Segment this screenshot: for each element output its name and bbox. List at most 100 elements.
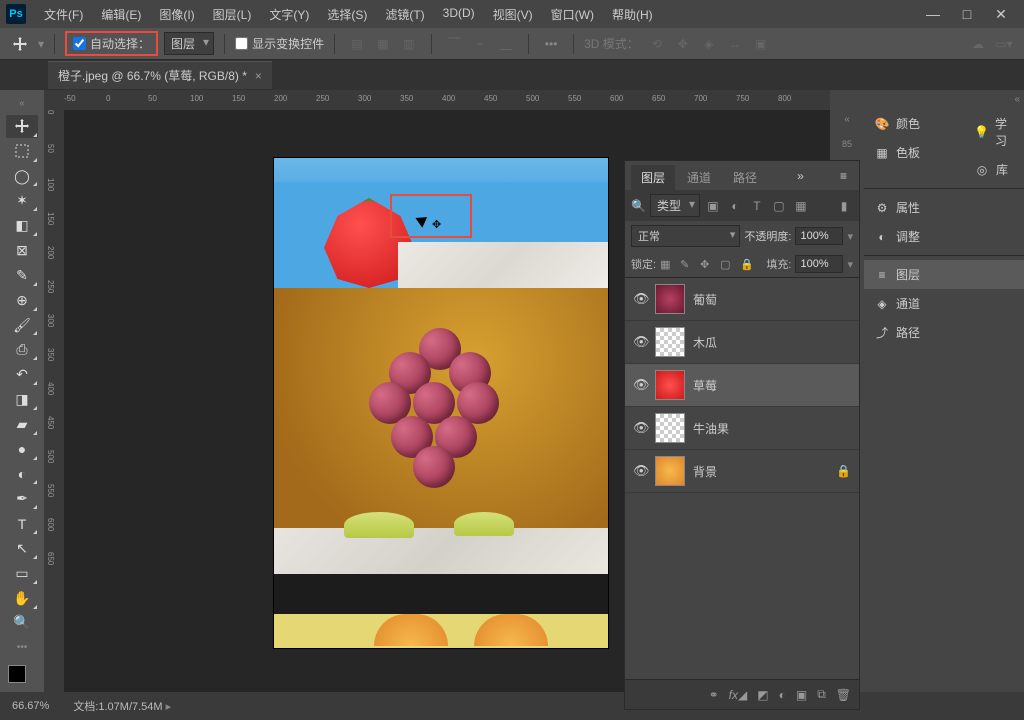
history-brush-tool[interactable]: ↶ [6, 363, 38, 386]
align-bottom-icon[interactable]: ⎽ [494, 32, 518, 56]
foreground-swatch[interactable] [8, 665, 26, 683]
zoom-level[interactable]: 66.67% [12, 700, 49, 712]
document-tab-close-icon[interactable]: × [255, 69, 262, 83]
lock-all-icon[interactable]: 🔒 [740, 258, 756, 271]
lock-trans-icon[interactable]: ▦ [660, 258, 676, 271]
type-tool[interactable]: T [6, 512, 38, 535]
crop-tool[interactable]: ◧ [6, 214, 38, 237]
minimize-button[interactable]: — [924, 6, 942, 23]
collapsed-icon-1[interactable]: 85 [832, 139, 862, 153]
menu-item[interactable]: 图像(I) [151, 2, 202, 27]
layer-row[interactable]: 👁 草莓 [625, 364, 859, 407]
zoom-tool[interactable]: 🔍 [6, 612, 38, 635]
align-top-icon[interactable]: ⎺ [442, 32, 466, 56]
shape-tool[interactable]: ▭ [6, 562, 38, 585]
brush-tool[interactable]: 🖌 [6, 314, 38, 337]
marquee-tool[interactable] [6, 140, 38, 163]
tab-channels[interactable]: 通道 [677, 165, 721, 190]
menu-item[interactable]: 图层(L) [205, 2, 260, 27]
align-hcenter-icon[interactable]: ▦ [371, 32, 395, 56]
layer-name[interactable]: 木瓜 [693, 334, 717, 351]
close-button[interactable]: ✕ [992, 6, 1010, 23]
opacity-input[interactable] [795, 227, 843, 245]
layer-thumbnail[interactable] [655, 370, 685, 400]
panel-swatches[interactable]: ▦色板 [864, 138, 964, 167]
panel-color[interactable]: 🎨颜色 [864, 109, 964, 138]
filter-smart-icon[interactable]: ▦ [792, 197, 810, 215]
move-tool[interactable] [6, 115, 38, 138]
pen-tool[interactable]: ✒ [6, 487, 38, 510]
panel-adjustments[interactable]: ◐调整 [864, 222, 1024, 251]
doc-info[interactable]: 文档:1.07M/7.54M ▸ [73, 698, 171, 714]
dodge-tool[interactable]: ◐ [6, 463, 38, 486]
filter-shape-icon[interactable]: ▢ [770, 197, 788, 215]
layer-name[interactable]: 背景 [693, 463, 717, 480]
lock-paint-icon[interactable]: ✎ [680, 258, 696, 271]
align-left-icon[interactable]: ▤ [345, 32, 369, 56]
path-select-tool[interactable]: ↖ [6, 537, 38, 560]
toolbar-collapse-toggle[interactable]: « [15, 94, 29, 113]
menu-item[interactable]: 编辑(E) [93, 2, 149, 27]
new-group-icon[interactable]: ▣ [796, 688, 807, 702]
panel-learn[interactable]: 💡学习 [964, 109, 1024, 155]
delete-layer-icon[interactable]: 🗑 [836, 688, 851, 702]
layer-name[interactable]: 草莓 [693, 377, 717, 394]
panel-layers[interactable]: ≡图层 [864, 260, 1024, 289]
link-layers-icon[interactable]: ⚭ [709, 688, 719, 702]
cloud-icon[interactable]: ☁ [966, 32, 990, 56]
menu-item[interactable]: 窗口(W) [543, 2, 602, 27]
menu-item[interactable]: 文字(Y) [261, 2, 317, 27]
filter-image-icon[interactable]: ▣ [704, 197, 722, 215]
layer-row[interactable]: 👁 牛油果 [625, 407, 859, 450]
fill-input[interactable] [795, 255, 843, 273]
move-tool-icon[interactable] [8, 32, 32, 56]
layer-row[interactable]: 👁背景🔒 [625, 450, 859, 493]
visibility-toggle-icon[interactable]: 👁 [633, 291, 647, 307]
panel-properties[interactable]: ⚙属性 [864, 193, 1024, 222]
visibility-toggle-icon[interactable]: 👁 [633, 377, 647, 393]
heal-tool[interactable]: ⊕ [6, 289, 38, 312]
document-canvas[interactable] [274, 158, 608, 648]
menu-item[interactable]: 3D(D) [435, 2, 483, 27]
frame-tool[interactable]: ⊠ [6, 239, 38, 262]
new-layer-icon[interactable]: ⧉ [817, 687, 826, 702]
eraser-tool[interactable]: ◨ [6, 388, 38, 411]
new-adjust-icon[interactable]: ◐ [779, 688, 786, 702]
panel-channels[interactable]: ◈通道 [864, 289, 1024, 318]
strip-collapse-toggle[interactable]: « [840, 110, 854, 129]
menu-item[interactable]: 文件(F) [36, 2, 91, 27]
dock-collapse-toggle[interactable]: « [864, 90, 1024, 109]
lasso-tool[interactable]: ◯ [6, 165, 38, 188]
layer-name[interactable]: 牛油果 [693, 420, 729, 437]
visibility-toggle-icon[interactable]: 👁 [633, 334, 647, 350]
show-transform-option[interactable]: 显示变换控件 [235, 35, 324, 52]
layer-thumbnail[interactable] [655, 413, 685, 443]
maximize-button[interactable]: □ [958, 6, 976, 23]
blend-mode-dropdown[interactable]: 正常 [631, 225, 740, 247]
lock-move-icon[interactable]: ✥ [700, 258, 716, 271]
tab-paths[interactable]: 路径 [723, 165, 767, 190]
align-right-icon[interactable]: ▥ [397, 32, 421, 56]
menu-item[interactable]: 滤镜(T) [377, 2, 432, 27]
document-tab[interactable]: 橙子.jpeg @ 66.7% (草莓, RGB/8) * × [48, 61, 272, 89]
add-mask-icon[interactable]: ◩ [757, 688, 768, 702]
filter-type-icon[interactable]: T [748, 197, 766, 215]
layer-row[interactable]: 👁 葡萄 [625, 278, 859, 321]
layer-thumbnail[interactable] [655, 456, 685, 486]
show-transform-checkbox[interactable] [235, 37, 248, 50]
workspace-icon[interactable]: ▭▾ [992, 32, 1016, 56]
tab-layers[interactable]: 图层 [631, 165, 675, 190]
panel-collapse-icon[interactable]: » [791, 165, 810, 190]
vertical-ruler[interactable]: 050100150200250300350400450500550600650 [44, 110, 64, 692]
visibility-toggle-icon[interactable]: 👁 [633, 463, 647, 479]
align-more-icon[interactable]: ••• [539, 32, 563, 56]
panel-paths[interactable]: ⤴路径 [864, 318, 1024, 347]
panel-library[interactable]: ◎库 [964, 155, 1024, 184]
quick-select-tool[interactable]: ✶ [6, 189, 38, 212]
layer-thumbnail[interactable] [655, 284, 685, 314]
layer-name[interactable]: 葡萄 [693, 291, 717, 308]
eyedropper-tool[interactable]: ✎ [6, 264, 38, 287]
visibility-toggle-icon[interactable]: 👁 [633, 420, 647, 436]
hand-tool[interactable]: ✋ [6, 587, 38, 610]
horizontal-ruler[interactable]: -500501001502002503003504004505005506006… [44, 90, 830, 110]
